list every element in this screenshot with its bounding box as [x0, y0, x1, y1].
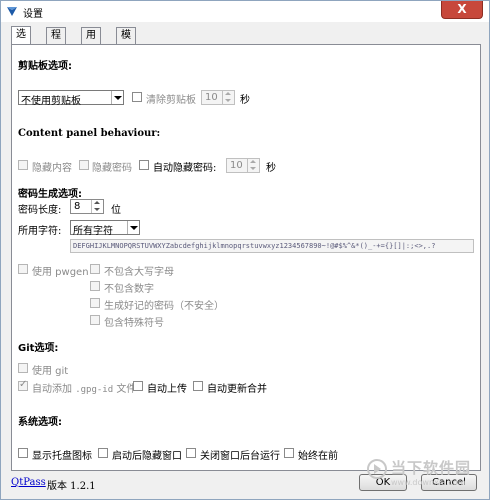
clipboard-heading: 剪贴板选项: [18, 61, 72, 72]
hide-content-checkbox[interactable] [18, 160, 28, 170]
no-digits-checkbox[interactable] [90, 281, 100, 291]
tab-programs[interactable]: 程序 [46, 27, 66, 57]
hide-content-label: 隐藏内容 [32, 163, 72, 174]
watermark-subtext: www.downxia.com [390, 478, 466, 487]
auto-hide-password-checkbox[interactable] [139, 160, 149, 170]
spin-buttons[interactable] [222, 91, 234, 104]
start-minimized-checkbox[interactable] [98, 448, 108, 458]
auto-add-gpgid: .gpg-id [75, 385, 114, 395]
length-label: 密码长度: [18, 205, 62, 216]
auto-pull-checkbox[interactable] [193, 381, 203, 391]
special-chars-label: 包含特殊符号 [104, 318, 164, 329]
clear-clipboard-label: 清除剪贴板 [146, 95, 196, 106]
close-button[interactable]: X [441, 1, 483, 19]
no-digits-label: 不包含数字 [104, 284, 154, 295]
system-heading: 系统选项: [18, 417, 62, 428]
memorable-label: 生成好记的密码（不安全） [104, 301, 224, 312]
no-uppercase-checkbox[interactable] [90, 264, 100, 274]
auto-add-prefix: 自动添加 [32, 384, 72, 395]
tray-icon-checkbox[interactable] [18, 448, 28, 458]
charset-value: 所有字符 [73, 226, 113, 237]
use-git-checkbox[interactable] [18, 363, 28, 373]
memorable-checkbox[interactable] [90, 298, 100, 308]
clear-clipboard-seconds[interactable]: 10 [201, 90, 235, 105]
clear-clipboard-checkbox[interactable] [132, 92, 142, 102]
clipboard-mode-select[interactable]: 不使用剪贴板 [18, 90, 124, 107]
no-uppercase-label: 不包含大写字母 [104, 267, 174, 278]
hide-on-close-checkbox[interactable] [186, 448, 196, 458]
chevron-down-icon [111, 91, 123, 104]
watermark: 当下软件园 www.downxia.com [366, 457, 471, 487]
watermark-text: 当下软件园 [390, 459, 471, 477]
qtpass-link[interactable]: QtPass [11, 477, 46, 488]
title-bar[interactable]: 设置 X [1, 1, 489, 22]
settings-window: 设置 X 选项 程序 用户 模板 剪贴板选项: 不使用剪贴板 清除剪贴板 10 … [0, 0, 490, 500]
auto-add-label: 自动添加 .gpg-id 文件 [32, 380, 136, 395]
auto-add-checkbox[interactable] [18, 379, 28, 391]
charset-select[interactable]: 所有字符 [70, 220, 140, 237]
length-value: 8 [74, 201, 81, 212]
hide-password-checkbox[interactable] [79, 160, 89, 170]
hide-on-close-label: 关闭窗口后台运行 [200, 451, 280, 462]
charset-label: 所用字符: [18, 226, 62, 237]
git-heading: Git选项: [18, 343, 59, 354]
version-text: 版本 1.2.1 [47, 481, 96, 492]
spin-buttons[interactable] [91, 200, 103, 213]
tab-templates[interactable]: 模板 [116, 27, 136, 57]
content-panel-heading: Content panel behaviour: [18, 128, 161, 139]
charset-text-field[interactable]: DEFGHIJKLMNOPQRSTUVWXYZabcdefghijklmnopq… [70, 239, 474, 253]
password-length-stepper[interactable]: 8 [70, 199, 104, 214]
app-icon [7, 7, 17, 16]
spin-buttons[interactable] [247, 159, 259, 172]
auto-pull-label: 自动更新合并 [207, 384, 267, 395]
password-gen-heading: 密码生成选项: [18, 189, 82, 200]
length-unit: 位 [111, 205, 121, 216]
clear-seconds-unit: 秒 [240, 95, 250, 106]
use-git-label: 使用 git [32, 366, 69, 377]
auto-push-label: 自动上传 [147, 384, 187, 395]
hide-password-label: 隐藏密码 [92, 163, 132, 174]
auto-hide-seconds-value: 10 [230, 160, 243, 171]
use-pwgen-label: 使用 pwgen [32, 267, 89, 278]
always-on-top-label: 始终在前 [298, 451, 338, 462]
window-title: 设置 [23, 9, 43, 20]
tab-options[interactable]: 选项 [11, 26, 31, 56]
auto-push-checkbox[interactable] [133, 381, 143, 391]
tray-icon-label: 显示托盘图标 [32, 451, 92, 462]
watermark-logo-icon [366, 459, 387, 479]
auto-hide-password-label: 自动隐藏密码: [153, 163, 217, 174]
clear-seconds-value: 10 [205, 92, 218, 103]
auto-hide-seconds-unit: 秒 [266, 163, 276, 174]
clipboard-mode-value: 不使用剪贴板 [21, 96, 81, 107]
options-panel: 剪贴板选项: 不使用剪贴板 清除剪贴板 10 秒 Content panel b… [11, 44, 481, 471]
special-chars-checkbox[interactable] [90, 315, 100, 325]
chevron-down-icon [127, 221, 139, 234]
start-minimized-label: 启动后隐藏窗口 [112, 451, 182, 462]
tab-users[interactable]: 用户 [81, 27, 101, 57]
always-on-top-checkbox[interactable] [284, 448, 294, 458]
use-pwgen-checkbox[interactable] [18, 264, 28, 274]
auto-hide-seconds[interactable]: 10 [226, 158, 260, 173]
